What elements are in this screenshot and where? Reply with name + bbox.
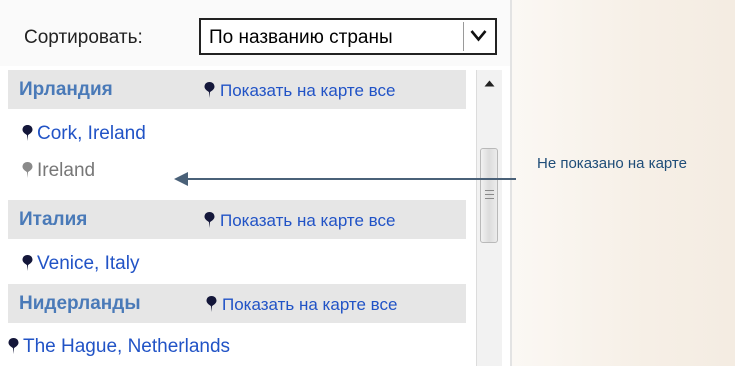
background — [512, 0, 735, 366]
group-title: Ирландия — [19, 79, 113, 100]
chevron-down-icon — [470, 30, 487, 42]
scroll-up-button[interactable] — [477, 70, 502, 96]
group-title: Нидерланды — [19, 293, 141, 314]
map-pin-icon — [22, 125, 33, 141]
map-pin-icon — [204, 82, 215, 98]
locations-panel: Сортировать: По названию страны Ирландия… — [0, 0, 512, 366]
annotation-line — [186, 178, 516, 180]
location-list: Ирландия Показать на карте все Cork, Ire… — [8, 70, 475, 366]
map-pin-icon — [8, 338, 19, 354]
grip-line — [485, 190, 494, 191]
arrow-up-icon — [484, 80, 495, 87]
sort-select-value: По названию страны — [209, 27, 393, 48]
list-item[interactable]: Ireland — [22, 160, 95, 182]
list-item[interactable]: The Hague, Netherlands — [8, 336, 230, 358]
show-all-label: Показать на карте все — [220, 211, 396, 230]
scroll-thumb[interactable] — [480, 148, 498, 243]
list-item-label: Venice, Italy — [37, 253, 140, 274]
list-scrollbar[interactable] — [476, 70, 502, 366]
group-title: Италия — [19, 209, 88, 230]
map-pin-icon — [206, 296, 217, 312]
show-all-on-map-link[interactable]: Показать на карте все — [206, 295, 397, 315]
annotation-text: Не показано на карте — [537, 155, 687, 172]
group-header-netherlands: Нидерланды Показать на карте все — [8, 284, 466, 323]
grip-line — [485, 198, 494, 199]
grip-line — [485, 194, 494, 195]
show-all-on-map-link[interactable]: Показать на карте все — [204, 81, 395, 101]
show-all-label: Показать на карте все — [220, 81, 396, 100]
list-item[interactable]: Cork, Ireland — [22, 123, 146, 145]
show-all-on-map-link[interactable]: Показать на карте все — [204, 211, 395, 231]
show-all-label: Показать на карте все — [222, 295, 398, 314]
annotation-arrow-icon — [174, 172, 188, 186]
list-item-label: Cork, Ireland — [37, 123, 146, 144]
sort-select[interactable]: По названию страны — [199, 18, 497, 55]
group-header-ireland: Ирландия Показать на карте все — [8, 70, 466, 109]
sort-dropdown-button[interactable] — [463, 22, 493, 51]
map-pin-icon — [22, 162, 33, 178]
sort-label: Сортировать: — [24, 27, 143, 48]
map-pin-icon — [204, 212, 215, 228]
sort-bar: Сортировать: По названию страны — [0, 0, 510, 66]
group-header-italy: Италия Показать на карте все — [8, 200, 466, 239]
list-item-label: The Hague, Netherlands — [23, 336, 231, 357]
map-pin-icon — [22, 255, 33, 271]
list-item-label: Ireland — [37, 160, 96, 181]
list-item[interactable]: Venice, Italy — [22, 253, 139, 275]
